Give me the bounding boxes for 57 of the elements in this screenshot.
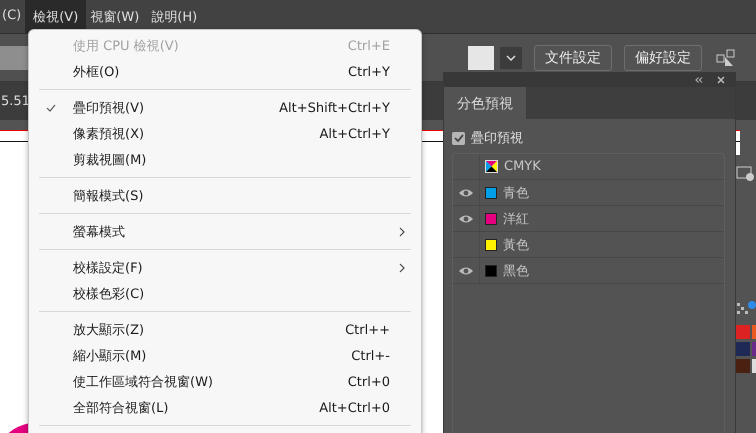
menu-item-label: 縮小顯示(M) [73,348,148,365]
close-icon[interactable] [717,76,725,84]
menu-item-label: 全部符合視窗(L) [73,400,170,417]
color-swatch[interactable] [468,46,494,70]
shortcut-text: Ctrl+Y [348,64,390,80]
menu-item-label: 使用 CPU 檢視(V) [73,38,180,55]
shortcut-text: Alt+Ctrl+0 [319,400,390,416]
menu-item[interactable]: 使工作區域符合視窗(W) Ctrl+0 [29,369,421,395]
menu-item-label: 疊印預視(V) [73,100,146,117]
menu-item-label: 剪裁視圖(M) [73,152,148,169]
menu-item-label: 像素預視(X) [73,126,146,143]
eye-icon[interactable] [458,188,474,198]
image-icon[interactable] [736,165,754,181]
menu-item[interactable]: 螢幕模式 [29,219,421,245]
menu-item-label: 外框(O) [73,64,120,81]
menu-item[interactable]: 縮小顯示(M) Ctrl+- [29,343,421,369]
swatch-grid-drawing [736,325,756,373]
menu-item[interactable]: 校樣設定(F) [29,255,421,281]
toolbar-button[interactable]: 偏好設定 [624,44,702,70]
shortcut-text: Ctrl+E [348,38,390,54]
cmyk-swatch-icon [485,160,498,173]
checkbox-label: 疊印預視 [471,130,523,147]
menu-item-label: 放大顯示(Z) [73,322,146,339]
menu-item[interactable]: 全部符合視窗(L) Alt+Ctrl+0 [29,395,421,421]
panel-tab[interactable]: 分色預視 [444,87,526,119]
menu-item[interactable]: 簡報模式(S) [29,183,421,209]
collapse-icon[interactable] [695,77,703,83]
shortcut-text: Alt+Ctrl+Y [320,126,390,142]
eye-icon[interactable] [458,266,474,276]
checkbox[interactable] [452,132,465,144]
menu-item[interactable]: 疊印預視(V) Alt+Shift+Ctrl+Y [29,95,421,121]
caret-icon[interactable] [500,46,522,68]
document-tab[interactable]: 5.51 [1,94,30,108]
menu-item-label: 校樣設定(F) [73,260,144,277]
transform-icon[interactable] [716,48,736,66]
grid-icon[interactable] [736,301,756,315]
menu-item[interactable]: 剪裁視圖(M) [29,147,421,173]
menu-item-label: 使工作區域符合視窗(W) [73,374,214,391]
ink-name: 黑色 [503,262,529,280]
shortcut-text: Alt+Shift+Ctrl+Y [279,100,390,116]
shortcut-text: Ctrl++ [345,322,390,338]
menu-item[interactable]: 外框(O) Ctrl+Y [29,59,421,85]
toolbar-button[interactable]: 文件設定 [534,44,612,70]
ink-name: 黃色 [503,236,529,254]
ink-name: 青色 [503,184,529,202]
shortcut-text: Ctrl+- [351,348,390,364]
ink-name: CMYK [504,159,541,174]
menu-item[interactable]: 校樣色彩(C) [29,281,421,307]
menu-item[interactable]: 像素預視(X) Alt+Ctrl+Y [29,121,421,147]
menu-item-label: 螢幕模式 [73,224,126,241]
dropdown-field[interactable] [0,46,30,70]
ink-name: 洋紅 [503,210,529,228]
eye-icon[interactable] [458,214,474,224]
menu-item-label: 簡報模式(S) [73,188,144,205]
menu-item-label: 校樣色彩(C) [73,286,146,303]
shortcut-text: Ctrl+0 [348,374,390,390]
menu-item[interactable]: 放大顯示(Z) Ctrl++ [29,317,421,343]
